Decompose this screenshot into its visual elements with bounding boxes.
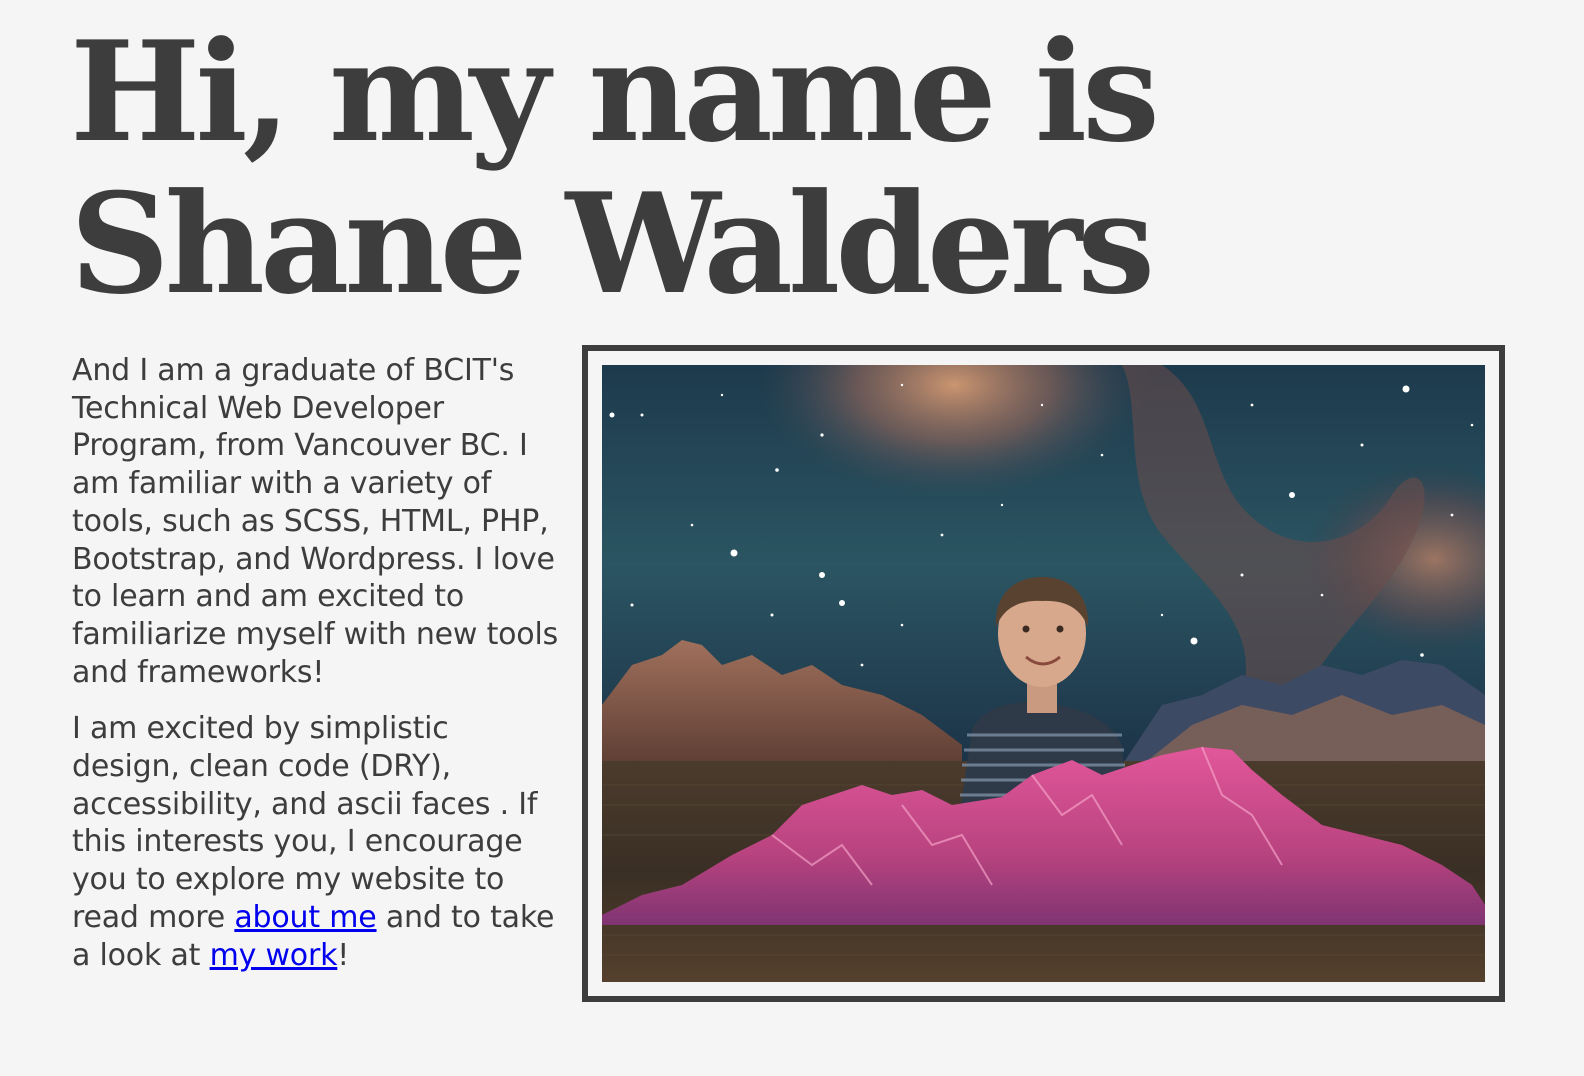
page: Hi, my name is Shane Walders And I am a … bbox=[0, 0, 1584, 1076]
collage-illustration bbox=[602, 365, 1485, 982]
intro-paragraph-2: I am excited by simplistic design, clean… bbox=[72, 710, 564, 974]
about-me-link[interactable]: about me bbox=[234, 900, 376, 935]
page-title: Hi, my name is Shane Walders bbox=[70, 10, 1160, 325]
headline-line-1: Hi, my name is bbox=[70, 10, 1160, 173]
collage-photo bbox=[602, 365, 1485, 982]
intro-paragraph-1: And I am a graduate of BCIT's Technical … bbox=[72, 353, 559, 690]
intro-text: And I am a graduate of BCIT's Technical … bbox=[72, 352, 564, 993]
my-work-link[interactable]: my work bbox=[210, 938, 338, 973]
photo-frame bbox=[582, 345, 1505, 1002]
intro-paragraph-2-text-c: ! bbox=[337, 937, 350, 973]
headline-line-2: Shane Walders bbox=[70, 162, 1155, 325]
